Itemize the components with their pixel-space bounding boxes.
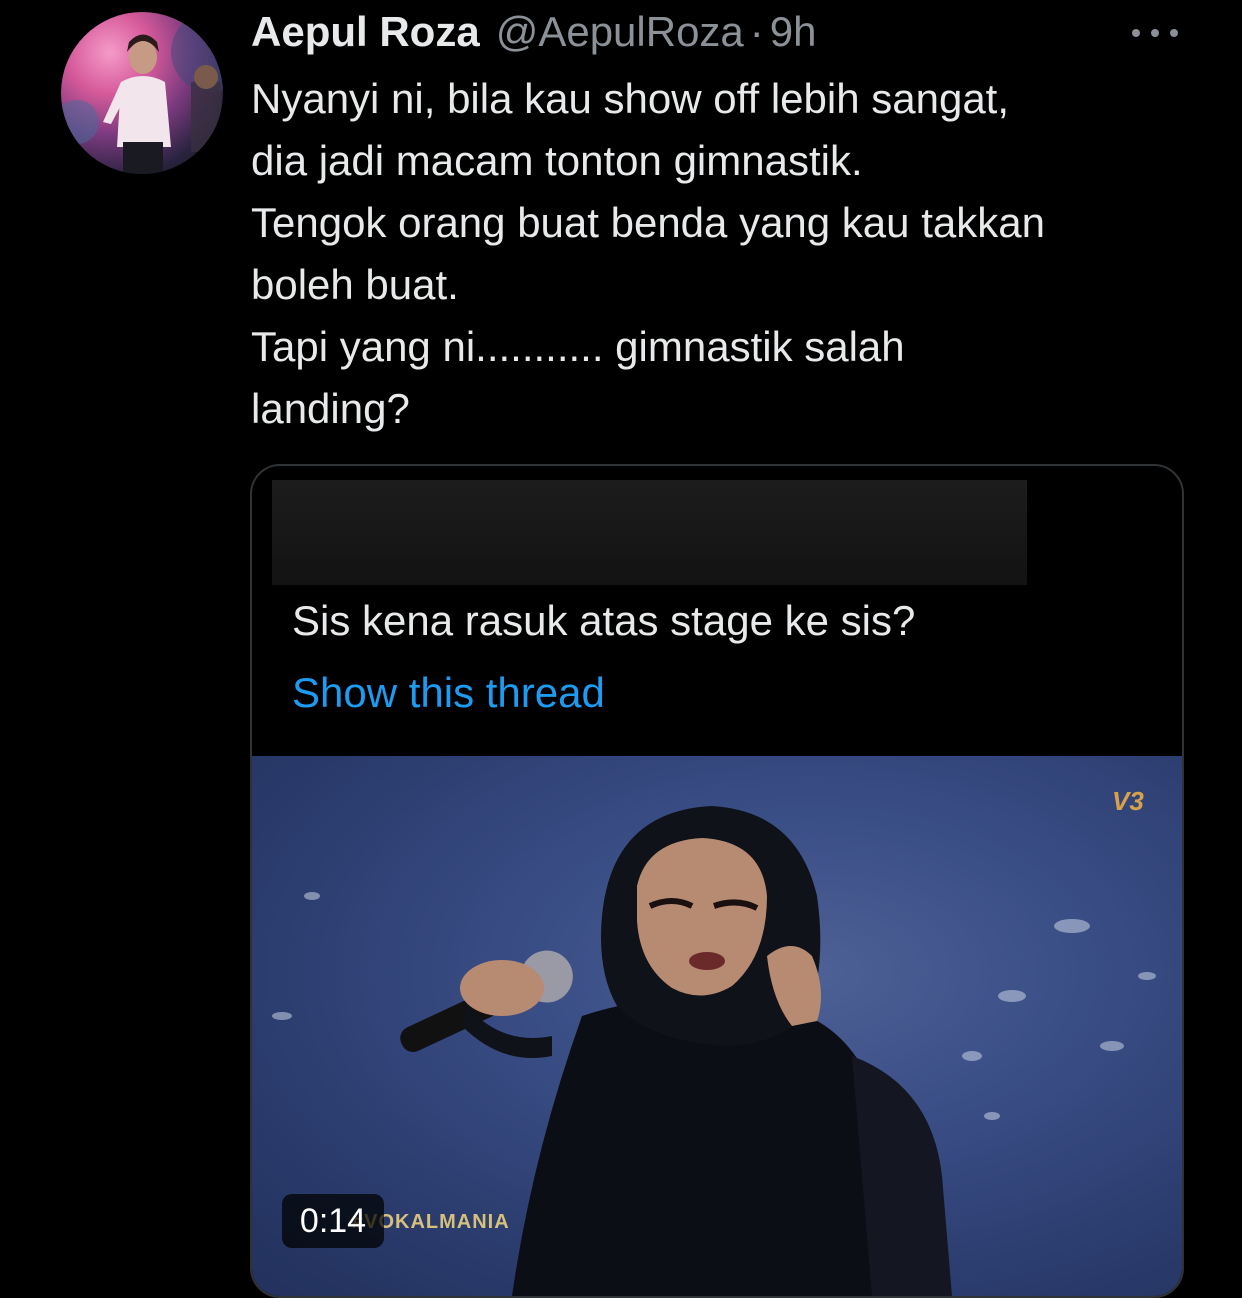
tweet-text-line: boleh buat. (251, 261, 459, 308)
more-options-icon[interactable] (1132, 24, 1178, 42)
avatar[interactable] (61, 12, 223, 174)
channel-logo: V3 (1112, 786, 1144, 816)
quoted-tweet-text: Sis kena rasuk atas stage ke sis? (292, 597, 916, 644)
avatar-image (61, 12, 223, 174)
quoted-tweet-header-redacted (272, 480, 1027, 585)
show-thread-link[interactable]: Show this thread (292, 668, 605, 718)
dot-2 (1151, 29, 1159, 37)
author-display-name[interactable]: Aepul Roza (251, 8, 480, 56)
tweet-text-line: Nyanyi ni, bila kau show off lebih sanga… (251, 75, 1010, 122)
tweet-text-line: Tengok orang buat benda yang kau takkan (251, 199, 1045, 246)
video-player[interactable]: V3 #VOKALMANIA 0:14 (252, 756, 1182, 1296)
tweet-text-line: dia jadi macam tonton gimnastik. (251, 137, 863, 184)
dot-3 (1170, 29, 1178, 37)
tweet-text: Nyanyi ni, bila kau show off lebih sanga… (251, 68, 1211, 440)
dot-1 (1132, 29, 1140, 37)
separator-dot: · (749, 8, 764, 55)
video-duration-badge: 0:14 (282, 1194, 384, 1248)
tweet-header: Aepul Roza @AepulRoza · 9h (251, 8, 817, 58)
tweet-timestamp[interactable]: 9h (770, 8, 817, 56)
quoted-tweet-card[interactable]: Sis kena rasuk atas stage ke sis? Show t… (250, 464, 1184, 1298)
tweet-text-line: landing? (251, 385, 410, 432)
tweet-text-line: Tapi yang ni........... gimnastik salah (251, 323, 905, 370)
author-handle[interactable]: @AepulRoza (496, 8, 744, 56)
